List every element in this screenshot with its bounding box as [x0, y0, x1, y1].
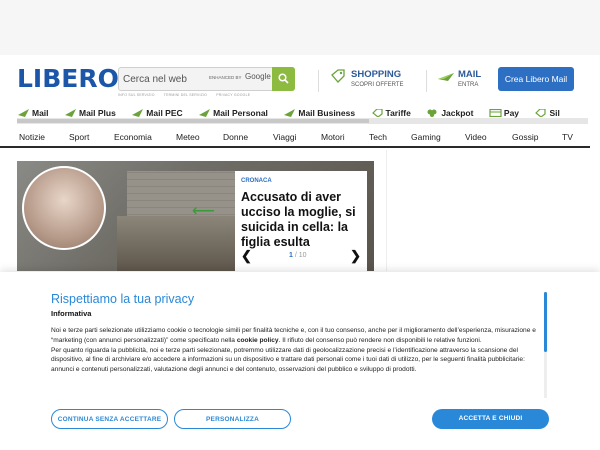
privacy-title: Rispettiamo la tua privacy [51, 292, 195, 306]
scrollbar-thumb[interactable] [17, 119, 369, 123]
mail-subtitle: ENTRA [458, 82, 479, 88]
top-ad-band [0, 0, 600, 55]
divider [386, 150, 387, 271]
mail-title: MAIL [458, 69, 482, 80]
arrow-marker-icon: ⟵ [192, 203, 215, 220]
sublink[interactable]: TERMINI DEL SERVIZIO [164, 93, 207, 97]
privacy-paragraph: Per quanto riguarda la pubblicità, noi e… [51, 346, 525, 374]
privacy-scrollbar[interactable] [544, 292, 547, 398]
accept-and-close-button[interactable]: ACCETTA E CHIUDI [432, 409, 549, 429]
tag-icon [331, 69, 345, 83]
cat-economia[interactable]: Economia [114, 132, 152, 142]
cat-video[interactable]: Video [465, 132, 487, 142]
search-sublinks: INFO SUL SERVIZIO TERMINI DEL SERVIZIO P… [118, 93, 258, 97]
divider [318, 70, 319, 92]
card-icon [489, 109, 502, 117]
category-nav: Notizie Sport Economia Meteo Donne Viagg… [0, 128, 590, 148]
search-input[interactable] [123, 70, 209, 88]
chevron-left-icon[interactable]: ❮ [241, 248, 252, 264]
cat-viaggi[interactable]: Viaggi [273, 132, 296, 142]
scrollbar-thumb[interactable] [544, 292, 547, 352]
service-pay[interactable]: Pay [489, 108, 519, 118]
divider [426, 70, 427, 92]
paper-plane-icon [438, 73, 454, 81]
cat-motori[interactable]: Motori [321, 132, 345, 142]
service-mail-personal[interactable]: Mail Personal [198, 108, 268, 118]
service-mail-pec[interactable]: Mail PEC [131, 108, 183, 118]
service-mail-plus[interactable]: Mail Plus [64, 108, 116, 118]
mail-icon [199, 109, 211, 117]
cat-gossip[interactable]: Gossip [512, 132, 538, 142]
tag-icon [371, 109, 383, 117]
hero-carousel[interactable]: ⟵ CRONACA Accusato di aver ucciso la mog… [17, 161, 374, 271]
service-sil[interactable]: Sil [534, 108, 560, 118]
hero-title[interactable]: Accusato di aver ucciso la moglie, si su… [241, 190, 365, 250]
service-jackpot[interactable]: Jackpot [426, 108, 473, 118]
service-mail-business[interactable]: Mail Business [283, 108, 355, 118]
chevron-right-icon[interactable]: ❯ [350, 248, 361, 264]
powered-by-label: ENHANCED BY [209, 75, 242, 80]
service-tariffe[interactable]: Tariffe [371, 108, 411, 118]
services-bar: Mail Mail Plus Mail PEC Mail Personal Ma… [17, 103, 588, 119]
search-box: ENHANCED BY Google [118, 67, 295, 91]
pager-label: 1 / 10 [289, 252, 307, 259]
search-button[interactable] [272, 67, 295, 91]
tag-icon [535, 109, 547, 117]
sublink[interactable]: PRIVACY GOOGLE [216, 93, 250, 97]
privacy-paragraph: Noi e terze parti selezionate utilizziam… [51, 327, 536, 344]
hero-pager: ❮ 1 / 10 ❯ [241, 248, 361, 268]
hero-image-wall [127, 171, 247, 221]
cat-gaming[interactable]: Gaming [411, 132, 441, 142]
mail-icon [132, 109, 144, 117]
cat-sport[interactable]: Sport [69, 132, 89, 142]
hero-portrait [22, 166, 106, 250]
service-mail[interactable]: Mail [17, 108, 49, 118]
cookie-policy-link[interactable]: cookie policy [237, 337, 279, 344]
cat-notizie[interactable]: Notizie [19, 132, 45, 142]
libero-logo[interactable]: LIBERO [17, 64, 130, 93]
privacy-banner: Rispettiamo la tua privacy Informativa N… [0, 272, 600, 450]
cat-donne[interactable]: Donne [223, 132, 248, 142]
privacy-subtitle: Informativa [51, 309, 92, 318]
cat-tech[interactable]: Tech [369, 132, 387, 142]
hero-card[interactable]: CRONACA Accusato di aver ucciso la mogli… [235, 171, 367, 271]
cat-tv[interactable]: TV [562, 132, 573, 142]
shopping-title: SHOPPING [351, 69, 402, 80]
clover-icon [427, 109, 437, 117]
customize-button[interactable]: PERSONALIZZA [174, 409, 291, 429]
mail-icon [64, 109, 76, 117]
mail-icon [18, 109, 29, 117]
header: LIBERO ENHANCED BY Google INFO SUL SERVI… [0, 62, 600, 97]
create-mail-button[interactable]: Crea Libero Mail [498, 67, 574, 91]
hero-category[interactable]: CRONACA [241, 178, 272, 184]
mail-icon [284, 109, 296, 117]
sublink[interactable]: INFO SUL SERVIZIO [118, 93, 155, 97]
privacy-text-area[interactable]: Rispettiamo la tua privacy Informativa N… [51, 292, 546, 404]
shopping-subtitle: SCOPRI OFFERTE [351, 82, 404, 88]
google-label: Google [245, 72, 271, 81]
cat-meteo[interactable]: Meteo [176, 132, 200, 142]
continue-without-accepting-button[interactable]: CONTINUA SENZA ACCETTARE [51, 409, 168, 429]
search-icon [278, 73, 289, 84]
services-scrollbar[interactable] [17, 118, 588, 124]
